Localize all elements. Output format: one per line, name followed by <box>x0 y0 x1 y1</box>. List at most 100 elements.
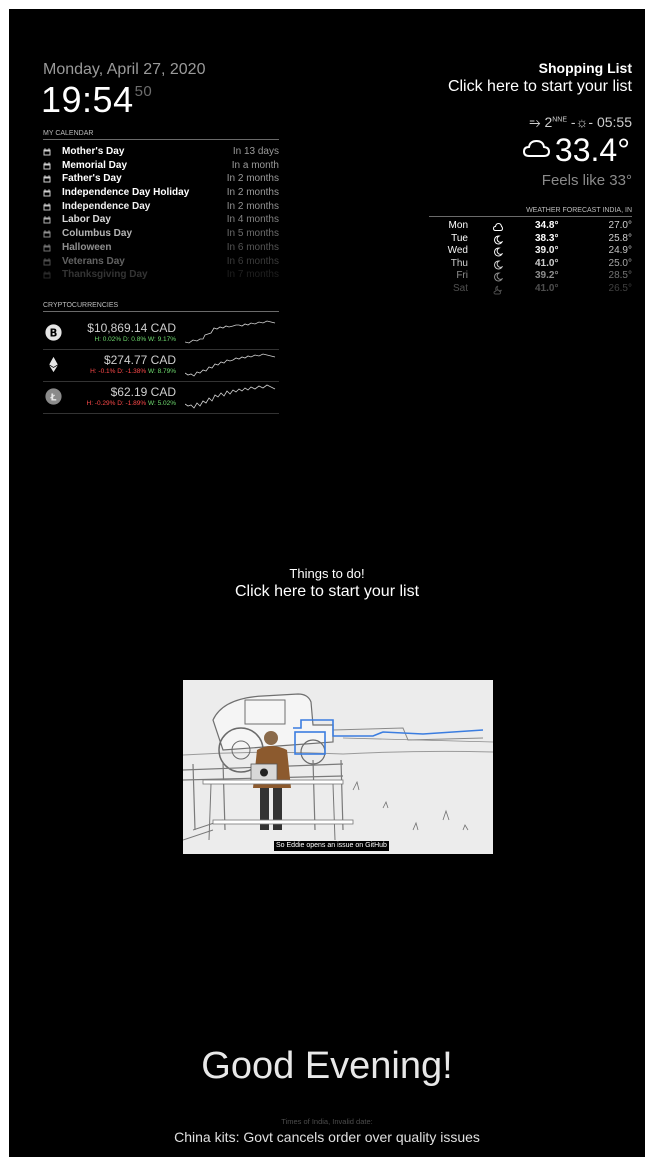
calendar-event: Labor Day In 4 months <box>43 213 279 227</box>
calendar-event: Memorial Day In a month <box>43 159 279 173</box>
forecast-low: 25.8° <box>608 232 632 244</box>
forecast-high: 41.0° <box>535 257 559 269</box>
crypto-row: $274.77 CAD H: -0.1% D: -1.38% W: 8.79% <box>43 350 279 382</box>
calendar-event-title: Halloween <box>62 241 112 253</box>
calendar-event-time: In 7 months <box>226 269 279 281</box>
crypto-hour-change: H: -0.1% <box>90 368 116 375</box>
news-headline[interactable]: China kits: Govt cancels order over qual… <box>9 1129 645 1145</box>
crypto-hour-change: H: -0.29% <box>86 400 116 407</box>
calendar-event-title: Independence Day Holiday <box>62 187 190 199</box>
forecast-table: Mon 34.8° 27.0° Tue 38.3° 25.8° Wed 39.0° 24.9… <box>429 217 632 295</box>
calendar-icon <box>43 203 51 211</box>
calendar-event-time: In 6 months <box>226 255 279 267</box>
current-temperature-row: 33.4° <box>522 130 630 169</box>
calendar-event-time: In 13 days <box>232 146 279 157</box>
calendar-event-title: Independence Day <box>62 200 151 212</box>
forecast-day: Thu <box>450 257 468 269</box>
crypto-price: $274.77 CAD <box>103 353 176 367</box>
crypto-hour-change: H: 0.02% <box>94 336 122 343</box>
crypto-day-change: D: -1.38% <box>117 368 147 375</box>
shopping-list-start-link[interactable]: Click here to start your list <box>448 78 632 96</box>
crypto-stats: H: 0.02% D: 0.8% W: 9.17% <box>94 336 176 343</box>
forecast-high: 34.8° <box>535 220 559 231</box>
crypto-day-change: D: -1.89% <box>117 400 147 407</box>
forecast-high: 41.0° <box>535 282 559 294</box>
video-player[interactable] <box>183 680 493 854</box>
video-frame-illustration <box>183 680 493 854</box>
forecast-row: Thu 41.0° 25.0° <box>429 258 632 271</box>
crypto-list: B $10,869.14 CAD H: 0.02% D: 0.8% W: 9.1… <box>43 312 279 414</box>
forecast-header: WEATHER FORECAST INDIA, IN <box>429 207 632 217</box>
litecoin-icon: Ł <box>45 388 62 405</box>
calendar-module: MY CALENDAR Mother's Day In 13 days Memor… <box>43 130 279 282</box>
crypto-header: CRYPTOCURRENCIES <box>43 302 279 312</box>
calendar-event: Father's Day In 2 months <box>43 172 279 186</box>
forecast-row: Tue 38.3° 25.8° <box>429 233 632 246</box>
weather-forecast-module: WEATHER FORECAST INDIA, IN Mon 34.8° 27.0°… <box>429 207 632 295</box>
feels-like: Feels like 33° <box>541 172 632 189</box>
crypto-row: Ł $62.19 CAD H: -0.29% D: -1.89% W: 5.02… <box>43 382 279 414</box>
forecast-low: 27.0° <box>608 220 632 231</box>
crypto-module: CRYPTOCURRENCIES B $10,869.14 CAD H: 0.0… <box>43 302 279 414</box>
forecast-low: 25.0° <box>608 257 632 269</box>
current-temperature: 33.4° <box>554 132 630 168</box>
calendar-event-title: Veterans Day <box>62 255 125 267</box>
sunrise-icon: -☼- <box>570 114 594 130</box>
crypto-stats: H: -0.29% D: -1.89% W: 5.02% <box>87 400 177 407</box>
calendar-icon <box>43 189 51 197</box>
calendar-event-title: Labor Day <box>62 214 111 226</box>
calendar-icon <box>43 216 51 224</box>
calendar-event-time: In 5 months <box>226 228 279 240</box>
calendar-event-time: In 6 months <box>226 241 279 253</box>
crypto-week-change: W: 8.79% <box>147 368 176 375</box>
crypto-sparkline <box>185 384 276 409</box>
crypto-stats: H: -0.1% D: -1.38% W: 8.79% <box>90 368 176 375</box>
calendar-icon <box>43 271 51 279</box>
calendar-event-time: In a month <box>231 159 279 171</box>
calendar-event-title: Mother's Day <box>62 146 125 157</box>
calendar-event-time: In 2 months <box>226 173 279 185</box>
moon-icon <box>493 259 503 270</box>
forecast-row: Fri 39.2° 28.5° <box>429 270 632 283</box>
moon-icon <box>493 247 503 257</box>
calendar-event-title: Columbus Day <box>62 228 133 240</box>
moon-icon <box>493 234 503 245</box>
calendar-event-title: Memorial Day <box>62 159 128 171</box>
forecast-high: 38.3° <box>535 232 559 244</box>
clock-date: Monday, April 27, 2020 <box>43 61 206 78</box>
crypto-price: $62.19 CAD <box>110 385 176 399</box>
news-source: Times of India, Invalid date: <box>281 1117 373 1126</box>
ethereum-icon <box>45 356 62 373</box>
crypto-sparkline <box>185 320 276 344</box>
forecast-row: Sat 41.0° 26.5° <box>429 283 632 296</box>
crypto-week-change: W: 5.02% <box>147 400 176 407</box>
calendar-icon <box>43 175 51 183</box>
calendar-event-title: Father's Day <box>62 173 122 185</box>
forecast-day: Tue <box>451 232 468 244</box>
shopping-list-title: Shopping List <box>538 60 632 76</box>
crypto-price: $10,869.14 CAD <box>87 321 176 335</box>
forecast-low: 24.9° <box>608 245 632 256</box>
cloudy-icon <box>493 222 503 232</box>
calendar-icon <box>43 161 51 170</box>
calendar-event-time: In 2 months <box>226 187 279 199</box>
calendar-event: Veterans Day In 6 months <box>43 255 279 269</box>
calendar-event: Independence Day In 2 months <box>43 200 279 214</box>
calendar-event: Halloween In 6 months <box>43 241 279 255</box>
calendar-icon <box>43 148 51 156</box>
calendar-event: Thanksgiving Day In 7 months <box>43 268 279 282</box>
calendar-icon <box>43 230 51 238</box>
calendar-event: Independence Day Holiday In 2 months <box>43 186 279 200</box>
wind-direction: NNE <box>552 116 568 124</box>
moon-icon <box>493 272 503 282</box>
crypto-sparkline <box>185 353 276 377</box>
calendar-event-time: In 4 months <box>226 214 279 226</box>
mirror-display: Monday, April 27, 2020 19:5450 MY CALEND… <box>9 9 645 1157</box>
forecast-high: 39.0° <box>535 245 559 256</box>
crypto-day-change: D: 0.8% <box>123 336 147 343</box>
clock-seconds: 50 <box>134 83 153 100</box>
calendar-event-list: Mother's Day In 13 days Memorial Day In a … <box>43 140 279 282</box>
todo-list-start-link[interactable]: Click here to start your list <box>9 583 645 601</box>
calendar-event: Mother's Day In 13 days <box>43 145 279 159</box>
forecast-day: Fri <box>456 270 468 281</box>
